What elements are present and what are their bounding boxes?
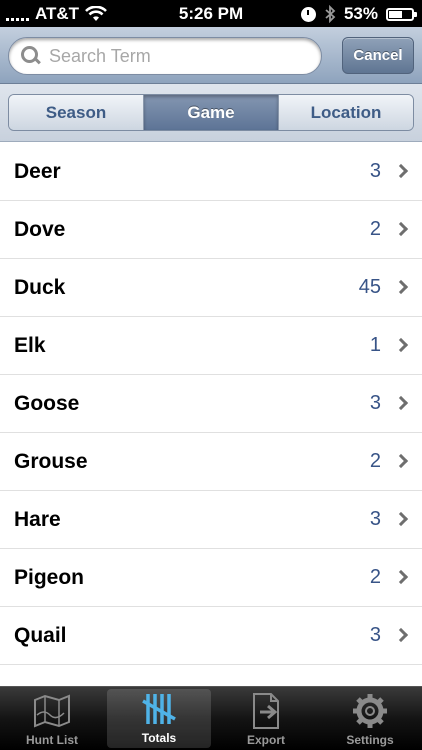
- item-count: 3: [369, 508, 381, 530]
- list-item[interactable]: Pigeon 2: [0, 549, 422, 607]
- tab-label: Settings: [346, 733, 394, 747]
- item-label: Duck: [14, 275, 66, 299]
- segment-location[interactable]: Location: [278, 95, 413, 130]
- chevron-right-icon: [393, 337, 409, 353]
- segment-season[interactable]: Season: [9, 95, 143, 130]
- tab-bar: Hunt List Totals Export Settings: [0, 686, 422, 750]
- item-count: 3: [369, 160, 381, 182]
- search-icon: [21, 46, 41, 66]
- item-count: 2: [369, 218, 381, 240]
- item-count: 3: [369, 392, 381, 414]
- map-icon: [34, 694, 70, 728]
- tab-totals[interactable]: Totals: [107, 689, 211, 748]
- item-label: Goose: [14, 391, 80, 415]
- status-right: 53%: [300, 4, 417, 24]
- battery-fill: [389, 10, 402, 18]
- segmented-control: Season Game Location: [8, 94, 414, 131]
- search-input[interactable]: [49, 45, 309, 67]
- tab-hunt-list[interactable]: Hunt List: [0, 687, 104, 750]
- chevron-right-icon: [393, 279, 409, 295]
- item-label: Deer: [14, 159, 61, 183]
- search-field[interactable]: [8, 37, 322, 75]
- chevron-right-icon: [393, 569, 409, 585]
- list-item[interactable]: Elk 1: [0, 317, 422, 375]
- segment-bar: Season Game Location: [0, 84, 422, 142]
- list-item[interactable]: Deer 3: [0, 143, 422, 201]
- item-label: Elk: [14, 333, 46, 357]
- list-item[interactable]: Hare 3: [0, 491, 422, 549]
- chevron-right-icon: [393, 453, 409, 469]
- item-label: Grouse: [14, 449, 88, 473]
- list-item[interactable]: Goose 3: [0, 375, 422, 433]
- list-item[interactable]: Duck 45: [0, 259, 422, 317]
- item-count: 3: [369, 624, 381, 646]
- item-label: Hare: [14, 507, 61, 531]
- tab-label: Totals: [141, 731, 177, 745]
- item-count: 2: [369, 566, 381, 588]
- list-item[interactable]: Dove 2: [0, 201, 422, 259]
- status-bar: AT&T 5:26 PM 53%: [0, 0, 422, 27]
- chevron-right-icon: [393, 163, 409, 179]
- list-item-empty: [0, 665, 422, 686]
- bluetooth-icon: [325, 5, 336, 23]
- tab-label: Export: [246, 733, 285, 747]
- tab-label: Hunt List: [26, 733, 78, 747]
- item-label: Pigeon: [14, 565, 85, 589]
- chevron-right-icon: [393, 395, 409, 411]
- item-count: 45: [358, 276, 381, 298]
- game-list: Deer 3 Dove 2 Duck 45 Elk 1 Goose 3 Grou…: [0, 143, 422, 686]
- search-bar: Cancel: [0, 27, 422, 84]
- clock-icon: [300, 6, 316, 22]
- tally-icon: [142, 694, 176, 724]
- export-icon: [253, 693, 279, 729]
- chevron-right-icon: [393, 221, 409, 237]
- item-count: 2: [369, 450, 381, 472]
- segment-game[interactable]: Game: [143, 95, 278, 130]
- battery-percent: 53%: [343, 4, 378, 23]
- item-label: Dove: [14, 217, 66, 241]
- cancel-button[interactable]: Cancel: [342, 37, 414, 74]
- chevron-right-icon: [393, 627, 409, 643]
- item-count: 1: [369, 334, 381, 356]
- chevron-right-icon: [393, 511, 409, 527]
- item-label: Quail: [14, 623, 67, 647]
- list-item[interactable]: Grouse 2: [0, 433, 422, 491]
- tab-export[interactable]: Export: [214, 687, 318, 750]
- gear-icon: [353, 694, 387, 728]
- tab-settings[interactable]: Settings: [318, 687, 422, 750]
- battery-icon: [386, 7, 417, 21]
- list-item[interactable]: Quail 3: [0, 607, 422, 665]
